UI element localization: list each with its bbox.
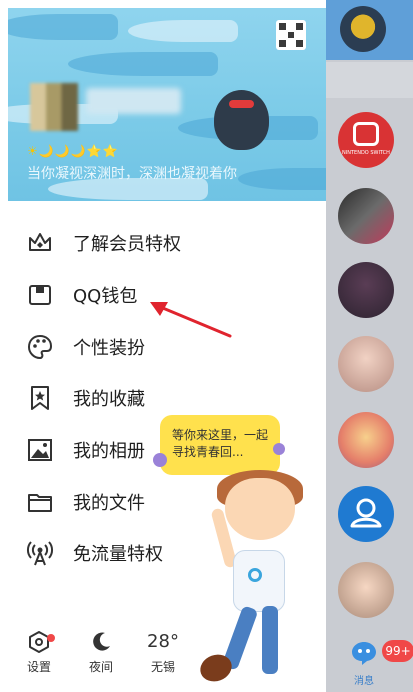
menu-label: QQ钱包 [73, 286, 138, 307]
night-mode-button[interactable]: 夜间 [78, 630, 124, 675]
speech-bubble[interactable]: 等你来这里，一起寻找青春回... [153, 415, 285, 475]
cartoon-boy-body [233, 550, 285, 612]
crown-icon [29, 233, 51, 251]
cartoon-logo-icon [248, 568, 262, 582]
fish-decoration [8, 14, 118, 40]
contact-avatar-group[interactable] [338, 486, 394, 542]
group-icon [350, 498, 382, 528]
contact-avatar[interactable] [340, 6, 386, 52]
contact-avatar[interactable] [338, 262, 394, 318]
contact-avatar-switch[interactable]: NINTENDO SWITCH [338, 112, 394, 168]
settings-label: 设置 [26, 660, 51, 674]
moon-icon [93, 632, 110, 651]
contact-avatar[interactable] [338, 562, 394, 618]
tab-messages-label: 消息 [354, 676, 374, 687]
notification-dot [47, 634, 55, 642]
profile-header[interactable]: ☀🌙🌙🌙⭐⭐ 当你凝视深渊时，深渊也凝视着你 [8, 8, 326, 201]
menu-label: 了解会员特权 [73, 234, 181, 255]
menu-label: 我的文件 [73, 493, 145, 514]
menu-label: 我的相册 [73, 441, 145, 462]
cartoon-boy-leg [262, 606, 278, 674]
fish-decoration [128, 20, 238, 42]
menu-item-favorites[interactable]: 我的收藏 [25, 378, 305, 418]
weather-widget[interactable]: 28° 无锡 [140, 630, 186, 675]
switch-text: NINTENDO SWITCH [342, 150, 390, 156]
menu-label: 个性装扮 [73, 338, 145, 359]
image-icon [28, 439, 52, 461]
bookmark-star-icon [31, 386, 49, 410]
fish-decoration [238, 168, 326, 190]
signature-text[interactable]: 当你凝视深渊时，深渊也凝视着你 [27, 163, 237, 183]
avatar[interactable] [30, 83, 78, 131]
wallet-icon [29, 285, 51, 305]
cartoon-boy-head [225, 478, 295, 540]
qr-code-icon[interactable] [276, 20, 306, 50]
city-label: 无锡 [150, 660, 175, 674]
unread-badge: 99+ [382, 640, 413, 662]
switch-logo-icon [353, 122, 379, 146]
contact-row [326, 62, 413, 98]
penguin-illustration [214, 90, 269, 150]
settings-button[interactable]: 设置 [16, 630, 62, 675]
contact-avatar[interactable] [338, 412, 394, 468]
fish-decoration [68, 52, 218, 76]
menu-label: 我的收藏 [73, 389, 145, 410]
palette-icon [27, 334, 53, 360]
contact-avatar[interactable] [338, 336, 394, 392]
menu-label: 免流量特权 [73, 544, 163, 565]
folder-icon [28, 494, 52, 512]
message-bubble-icon [352, 642, 376, 665]
night-label: 夜间 [88, 660, 113, 674]
signal-tower-icon [27, 541, 53, 566]
contact-avatar[interactable] [338, 188, 394, 244]
settings-hex-icon [29, 631, 49, 653]
menu-item-vip[interactable]: 了解会员特权 [25, 223, 305, 263]
nickname-blurred[interactable] [86, 88, 181, 114]
level-icons: ☀🌙🌙🌙⭐⭐ [27, 144, 119, 158]
temperature: 28° [147, 631, 179, 652]
annotation-arrow-icon [150, 302, 232, 338]
contact-list-dimmed[interactable]: NINTENDO SWITCH 消息 99+ [326, 0, 413, 692]
